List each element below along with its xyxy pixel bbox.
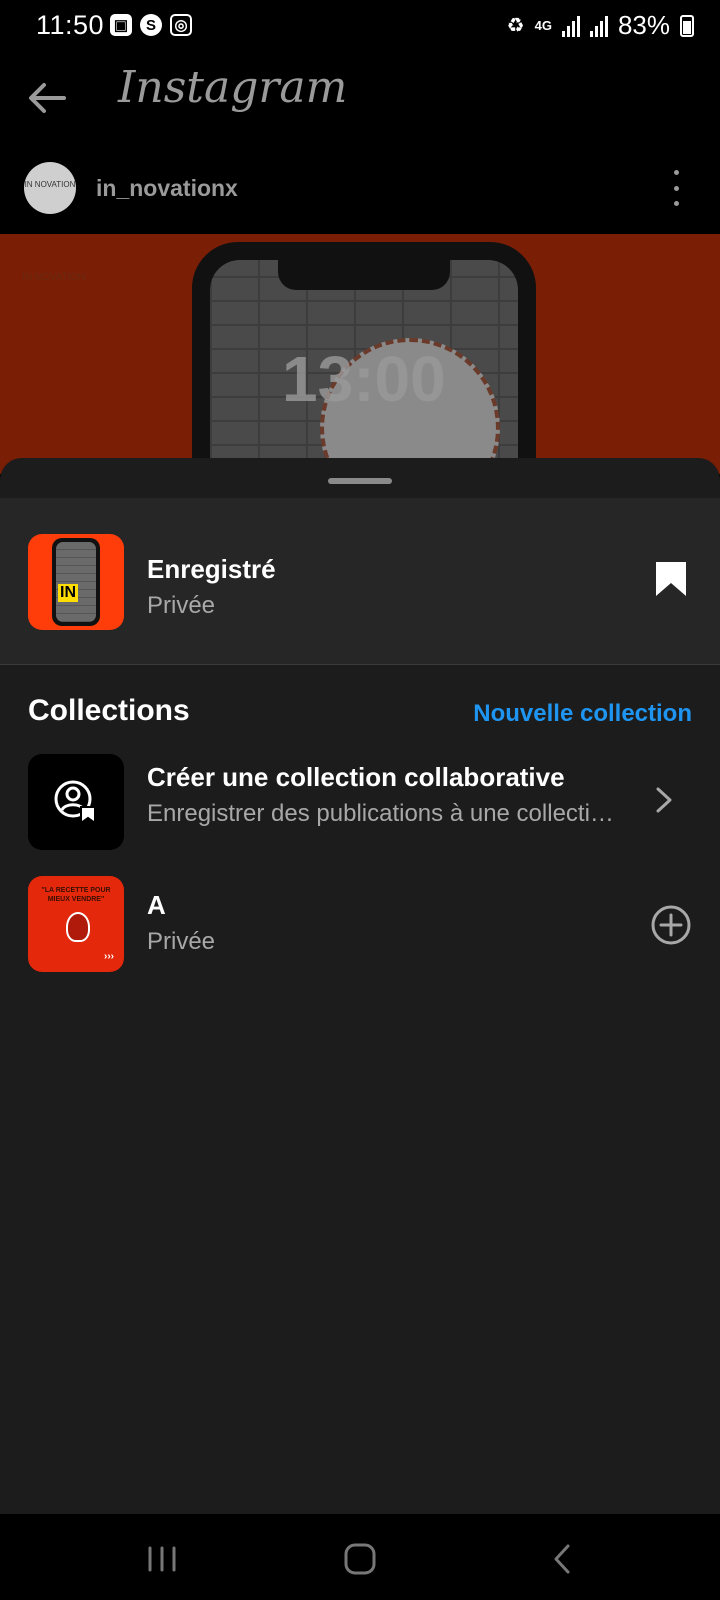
post-username[interactable]: in_novationx	[96, 175, 238, 202]
saved-row[interactable]: IN Enregistré Privée	[0, 498, 720, 665]
sheet-drag-handle[interactable]	[328, 478, 392, 484]
more-options-icon[interactable]	[672, 170, 680, 206]
signal-icon-2	[589, 15, 608, 37]
system-nav-bar	[0, 1514, 720, 1600]
collaborative-user-icon	[54, 780, 96, 825]
saved-title: Enregistré	[147, 554, 276, 584]
battery-percent: 83%	[617, 10, 670, 40]
mini-in-logo: IN	[58, 584, 78, 602]
saved-privacy: Privée	[147, 592, 216, 619]
lightbulb-icon	[66, 912, 90, 942]
new-collection-button[interactable]: Nouvelle collection	[473, 700, 692, 728]
signal-icon	[561, 15, 580, 37]
network-type: 4G	[534, 18, 552, 33]
system-back-icon[interactable]	[544, 1542, 584, 1576]
collaborative-subtitle: Enregistrer des publications à une colle…	[147, 800, 614, 827]
chevron-right-icon	[656, 787, 672, 813]
status-time: 11:50	[36, 10, 105, 40]
back-arrow-icon[interactable]	[24, 76, 72, 120]
instagram-icon: ◎	[170, 14, 192, 36]
status-right: ♻ 4G 83%	[507, 10, 694, 41]
collection-thumb-text: "LA RECETTE POUR MIEUX VENDRE"	[41, 887, 111, 903]
collection-name: A	[147, 890, 166, 920]
collection-thumbnail: "LA RECETTE POUR MIEUX VENDRE" ›››	[28, 876, 124, 972]
home-icon[interactable]	[341, 1542, 381, 1576]
collection-row[interactable]: "LA RECETTE POUR MIEUX VENDRE" ››› A Pri…	[0, 876, 720, 986]
collaborative-collection-row[interactable]: Créer une collection collaborative Enreg…	[0, 748, 720, 858]
bookmark-filled-icon[interactable]	[654, 560, 688, 598]
collection-privacy: Privée	[147, 928, 216, 955]
recent-apps-icon[interactable]	[142, 1542, 182, 1576]
status-bar: 11:50 ▣ S ◎ ♻ 4G 83%	[0, 0, 720, 52]
saved-thumbnail: IN	[28, 534, 124, 630]
skype-icon: S	[140, 14, 162, 36]
save-bottom-sheet: IN Enregistré Privée Collections Nouvell…	[0, 458, 720, 1514]
lock-screen-time: 13:00	[282, 343, 446, 415]
phone-notch	[278, 260, 450, 290]
avatar[interactable]: IN NOVATION	[24, 162, 76, 214]
collections-heading: Collections	[28, 694, 190, 727]
post-brand-logo: IN NOVATION	[22, 272, 86, 283]
add-circle-icon[interactable]	[650, 904, 692, 946]
collaborative-title: Créer une collection collaborative	[147, 762, 565, 792]
notification-icons: ▣ S ◎	[110, 14, 192, 36]
instagram-logo: Instagram	[118, 62, 348, 113]
phone-mockup: 13:00	[192, 242, 536, 474]
battery-icon	[680, 14, 694, 37]
mini-phone: IN	[52, 538, 100, 626]
battery-saver-icon: ♻	[506, 15, 525, 37]
avatar-text: IN NOVATION	[24, 180, 76, 189]
gallery-icon: ▣	[110, 14, 132, 36]
app-header: Instagram	[0, 52, 720, 142]
post-header: IN NOVATION in_novationx	[0, 142, 720, 234]
mini-phone-screen	[56, 542, 96, 622]
post-image: IN NOVATION 13:00	[0, 234, 720, 474]
collaborative-thumbnail	[28, 754, 124, 850]
arrows-icon: ›››	[104, 951, 114, 962]
